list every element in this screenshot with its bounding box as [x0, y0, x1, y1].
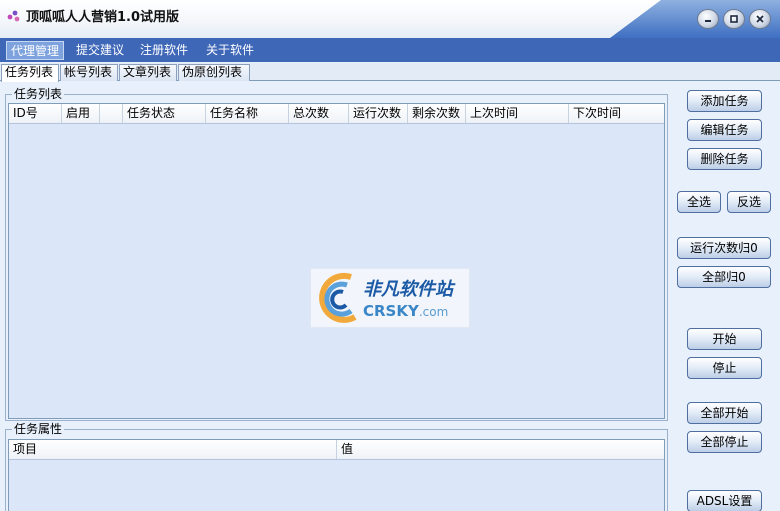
minimize-icon: [705, 20, 711, 22]
column-enabled[interactable]: 启用: [62, 104, 100, 123]
close-icon: [756, 15, 764, 23]
column-value[interactable]: 值: [337, 440, 664, 459]
tab-account-list[interactable]: 帐号列表: [60, 64, 118, 81]
watermark-cn-text: 非凡软件站: [363, 279, 453, 300]
tab-article-list[interactable]: 文章列表: [119, 64, 177, 81]
menu-bar: 代理管理 提交建议 注册软件 关于软件: [0, 38, 780, 62]
task-list-view[interactable]: ID号 启用 任务状态 任务名称 总次数 运行次数 剩余次数 上次时间 下次时间: [8, 103, 665, 419]
menu-agent-management[interactable]: 代理管理: [6, 41, 65, 60]
menu-about-software[interactable]: 关于软件: [202, 41, 258, 60]
start-button[interactable]: 开始: [687, 328, 762, 350]
task-properties-view[interactable]: 项目 值: [8, 439, 665, 511]
reset-all-button[interactable]: 全部归0: [677, 266, 771, 288]
column-run-count[interactable]: 运行次数: [349, 104, 408, 123]
task-list-group-label: 任务列表: [12, 87, 65, 101]
invert-selection-button[interactable]: 反选: [727, 191, 771, 213]
app-logo-icon: [7, 10, 20, 22]
column-blank[interactable]: [100, 104, 123, 123]
column-id[interactable]: ID号: [9, 104, 62, 123]
window-title: 顶呱呱人人营销1.0试用版: [26, 10, 180, 25]
column-total-count[interactable]: 总次数: [289, 104, 349, 123]
menu-submit-suggestion[interactable]: 提交建议: [72, 41, 128, 60]
start-all-button[interactable]: 全部开始: [687, 402, 762, 424]
maximize-icon: [730, 15, 738, 23]
column-item[interactable]: 项目: [9, 440, 337, 459]
column-next-time[interactable]: 下次时间: [569, 104, 664, 123]
reset-run-count-button[interactable]: 运行次数归0: [677, 237, 771, 259]
tab-task-list[interactable]: 任务列表: [1, 64, 59, 82]
adsl-settings-button[interactable]: ADSL设置: [687, 490, 762, 511]
edit-task-button[interactable]: 编辑任务: [687, 119, 762, 141]
crsky-logo-icon: [319, 272, 357, 323]
delete-task-button[interactable]: 删除任务: [687, 148, 762, 170]
stop-button[interactable]: 停止: [687, 357, 762, 379]
maximize-button[interactable]: [723, 9, 745, 29]
tab-pseudo-original-list[interactable]: 伪原创列表: [178, 64, 250, 81]
add-task-button[interactable]: 添加任务: [687, 90, 762, 112]
select-all-button[interactable]: 全选: [677, 191, 721, 213]
task-properties-header: 项目 值: [9, 440, 664, 460]
watermark-logo: 非凡软件站 CRSKY.com: [310, 268, 470, 328]
column-last-time[interactable]: 上次时间: [466, 104, 569, 123]
column-task-status[interactable]: 任务状态: [123, 104, 206, 123]
menu-register-software[interactable]: 注册软件: [136, 41, 192, 60]
tab-strip: 任务列表 帐号列表 文章列表 伪原创列表: [0, 63, 780, 82]
task-properties-group-label: 任务属性: [12, 422, 65, 436]
task-list-header: ID号 启用 任务状态 任务名称 总次数 运行次数 剩余次数 上次时间 下次时间: [9, 104, 664, 124]
watermark-en-text: CRSKY.com: [363, 302, 449, 320]
minimize-button[interactable]: [697, 9, 719, 29]
stop-all-button[interactable]: 全部停止: [687, 431, 762, 453]
title-bar: 顶呱呱人人营销1.0试用版: [0, 0, 780, 38]
close-button[interactable]: [749, 9, 771, 29]
column-remaining-count[interactable]: 剩余次数: [408, 104, 466, 123]
column-task-name[interactable]: 任务名称: [206, 104, 289, 123]
